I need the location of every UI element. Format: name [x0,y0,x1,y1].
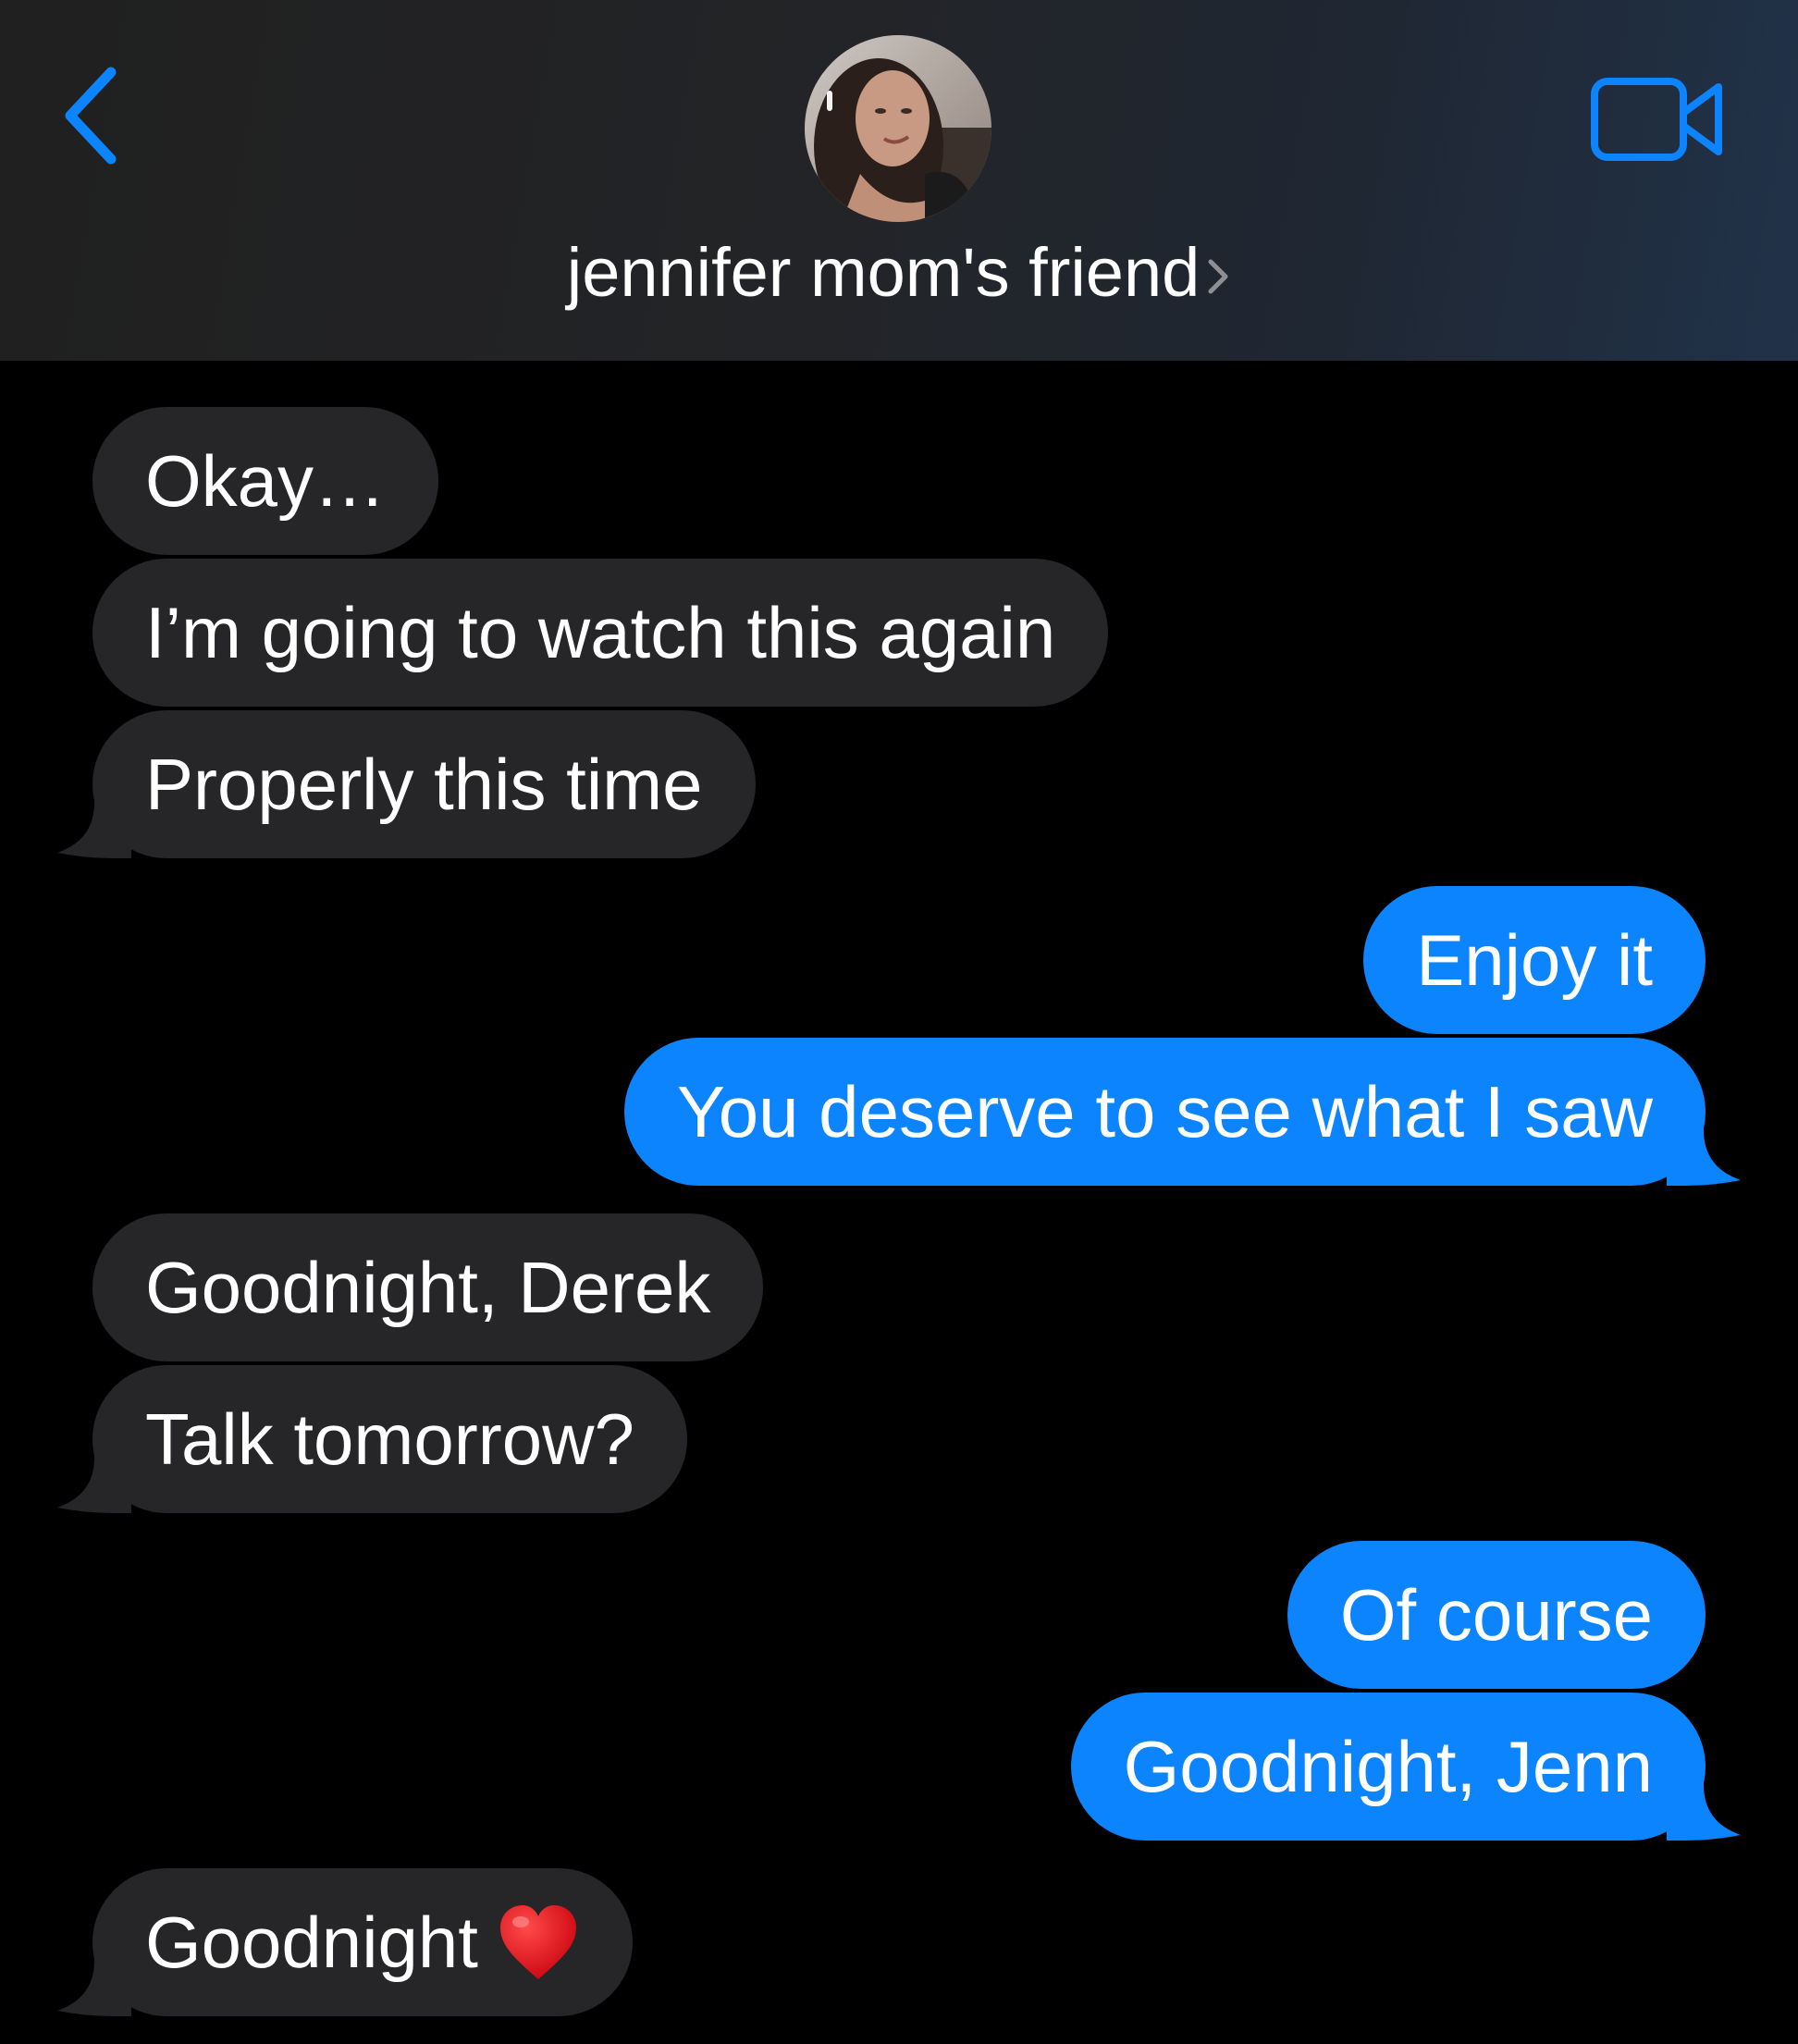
message-text: Enjoy it [1416,919,1653,1001]
message-text: Properly this time [145,744,703,825]
heart-icon [499,1905,576,1980]
message-thread[interactable]: Okay… I’m going to watch this again Prop… [0,361,1798,2044]
back-button[interactable] [57,65,131,166]
incoming-message[interactable]: Goodnight, Derek [92,1213,764,1361]
facetime-video-button[interactable] [1589,74,1728,166]
message-text: Goodnight [145,1902,478,1983]
incoming-message[interactable]: Goodnight [57,1868,633,2016]
chevron-right-icon [1208,259,1228,293]
incoming-message[interactable]: Properly this time [57,710,756,858]
message-text: You deserve to see what I saw [676,1071,1653,1152]
conversation-header: jennifer mom's friend [0,0,1798,361]
chevron-left-icon [65,67,117,165]
incoming-message[interactable]: Okay… [92,407,439,555]
message-text: Okay… [145,440,387,522]
contact-name: jennifer mom's friend [566,234,1201,311]
bubble-tail [1667,1767,1741,1841]
video-camera-icon [1591,78,1722,161]
message-text: I’m going to watch this again [145,592,1056,673]
message-text: Goodnight, Jenn [1123,1726,1653,1807]
incoming-message[interactable]: I’m going to watch this again [92,559,1109,707]
outgoing-message[interactable]: You deserve to see what I saw [623,1038,1741,1186]
incoming-message[interactable]: Talk tomorrow? [57,1365,687,1513]
message-text: Goodnight, Derek [145,1247,711,1328]
message-text: Talk tomorrow? [145,1398,634,1480]
avatar-photo [805,35,991,222]
bubble-tail [1667,1112,1741,1186]
bubble-tail [57,784,131,858]
outgoing-message[interactable]: Goodnight, Jenn [1070,1693,1741,1841]
outgoing-message[interactable]: Of course [1287,1541,1706,1689]
message-text: Of course [1339,1574,1653,1656]
contact-avatar[interactable] [805,35,991,222]
contact-name-button[interactable]: jennifer mom's friend [0,233,1798,312]
bubble-tail [57,1942,131,2016]
outgoing-message[interactable]: Enjoy it [1363,886,1706,1034]
bubble-tail [57,1439,131,1513]
